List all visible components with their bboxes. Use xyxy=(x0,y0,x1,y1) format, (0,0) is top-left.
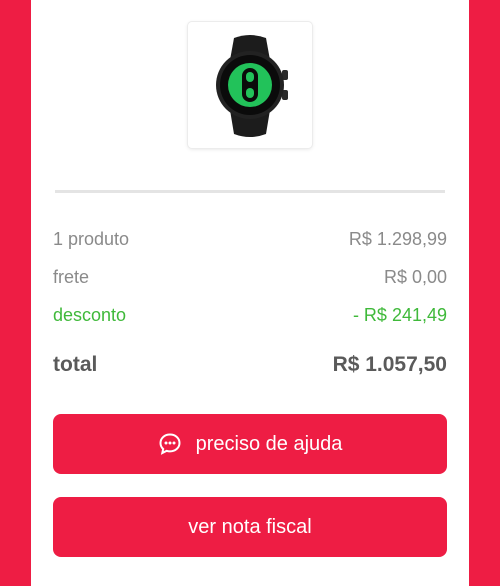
products-value: R$ 1.298,99 xyxy=(348,229,447,249)
chat-bubble-icon xyxy=(158,432,182,456)
discount-label: desconto xyxy=(53,305,127,325)
help-button-label: preciso de ajuda xyxy=(195,432,343,455)
discount-value: - R$ 241,49 xyxy=(352,305,447,325)
product-image[interactable] xyxy=(188,22,312,148)
shipping-label: frete xyxy=(53,267,90,287)
total-label: total xyxy=(53,353,98,376)
products-label: 1 produto xyxy=(53,229,130,249)
shipping-row: frete R$ 0,00 xyxy=(53,267,447,288)
order-summary-card: 1 produto R$ 1.298,99 frete R$ 0,00 desc… xyxy=(31,0,469,586)
total-row: total R$ 1.057,50 xyxy=(53,353,447,377)
help-button[interactable]: preciso de ajuda xyxy=(53,414,447,474)
divider xyxy=(55,190,445,193)
discount-row: desconto - R$ 241,49 xyxy=(53,305,447,326)
shipping-value: R$ 0,00 xyxy=(383,267,447,287)
view-invoice-button-label: ver nota fiscal xyxy=(188,515,312,538)
products-row: 1 produto R$ 1.298,99 xyxy=(53,229,447,250)
total-value: R$ 1.057,50 xyxy=(332,353,447,376)
smartwatch-image xyxy=(216,35,288,137)
view-invoice-button[interactable]: ver nota fiscal xyxy=(53,497,447,557)
